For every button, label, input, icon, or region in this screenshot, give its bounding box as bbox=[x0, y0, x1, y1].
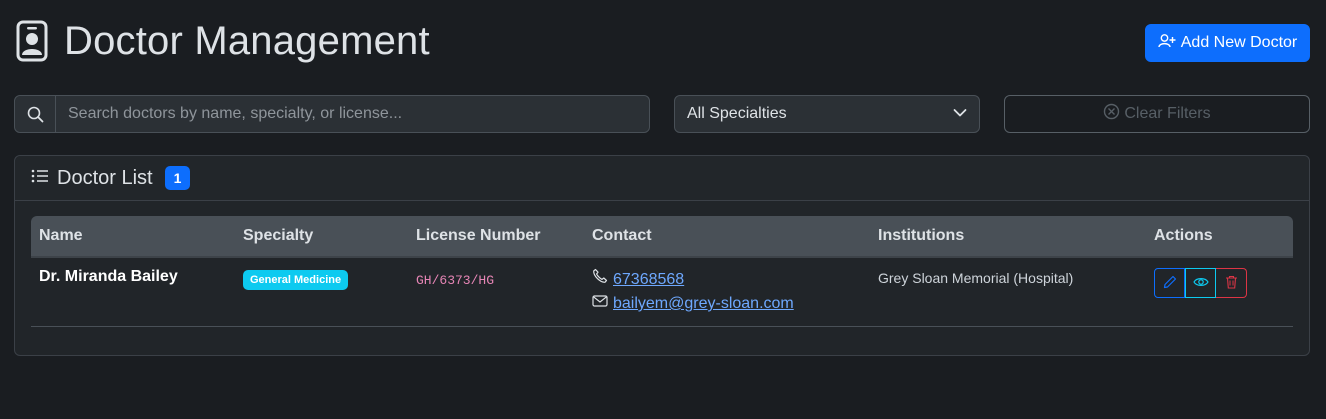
cell-specialty: General Medicine bbox=[235, 257, 408, 327]
email-link[interactable]: bailyem@grey-sloan.com bbox=[613, 292, 794, 316]
add-doctor-button[interactable]: Add New Doctor bbox=[1145, 24, 1310, 62]
email-line: bailyem@grey-sloan.com bbox=[592, 292, 862, 316]
person-badge-icon bbox=[16, 19, 50, 63]
table-header-row: Name Specialty License Number Contact In… bbox=[31, 216, 1293, 258]
page-header: Doctor Management Add New Doctor bbox=[16, 16, 1310, 66]
x-circle-icon bbox=[1103, 103, 1120, 125]
column-header-actions: Actions bbox=[1146, 216, 1293, 258]
phone-line: 67368568 bbox=[592, 268, 862, 292]
table-wrap: Name Specialty License Number Contact In… bbox=[31, 216, 1293, 327]
chevron-down-icon bbox=[953, 105, 967, 123]
doctor-table: Name Specialty License Number Contact In… bbox=[31, 216, 1293, 327]
search-icon bbox=[15, 96, 56, 132]
person-plus-icon bbox=[1158, 33, 1176, 54]
eye-icon bbox=[1192, 275, 1209, 291]
clear-filters-label: Clear Filters bbox=[1124, 105, 1211, 122]
clear-filters-button[interactable]: Clear Filters bbox=[1004, 95, 1310, 133]
specialty-select-value: All Specialties bbox=[687, 105, 787, 122]
cell-actions bbox=[1146, 257, 1293, 327]
column-header-contact: Contact bbox=[584, 216, 870, 258]
view-button[interactable] bbox=[1185, 268, 1216, 298]
card-header: Doctor List 1 bbox=[15, 156, 1309, 201]
cell-license: GH/6373/HG bbox=[408, 257, 584, 327]
actions-group bbox=[1154, 268, 1247, 298]
column-header-specialty: Specialty bbox=[235, 216, 408, 258]
specialty-badge: General Medicine bbox=[243, 270, 349, 290]
edit-button[interactable] bbox=[1154, 268, 1185, 298]
specialty-select[interactable]: All Specialties bbox=[674, 95, 980, 133]
count-badge: 1 bbox=[164, 166, 191, 190]
column-header-name: Name bbox=[31, 216, 235, 258]
pencil-icon bbox=[1163, 275, 1177, 292]
column-header-institutions: Institutions bbox=[870, 216, 1146, 258]
phone-link[interactable]: 67368568 bbox=[613, 268, 684, 292]
delete-button[interactable] bbox=[1216, 268, 1247, 298]
add-doctor-label: Add New Doctor bbox=[1180, 34, 1298, 51]
search-group bbox=[14, 95, 650, 133]
table-row: Dr. Miranda Bailey General Medicine GH/6… bbox=[31, 257, 1293, 327]
title-wrap: Doctor Management bbox=[16, 16, 430, 66]
page-title: Doctor Management bbox=[64, 19, 430, 63]
column-header-license: License Number bbox=[408, 216, 584, 258]
cell-contact: 67368568 bailyem@grey-sloan.com bbox=[584, 257, 870, 327]
license-number: GH/6373/HG bbox=[416, 273, 495, 288]
telephone-icon bbox=[592, 268, 608, 292]
list-icon bbox=[31, 168, 49, 189]
cell-name: Dr. Miranda Bailey bbox=[31, 257, 235, 327]
search-input[interactable] bbox=[56, 96, 649, 132]
institution-text: Grey Sloan Memorial (Hospital) bbox=[878, 270, 1074, 286]
trash-icon bbox=[1225, 275, 1238, 292]
doctor-name: Dr. Miranda Bailey bbox=[39, 268, 178, 285]
envelope-icon bbox=[592, 292, 608, 316]
doctor-list-card: Doctor List 1 Name Specialty License Num… bbox=[14, 155, 1310, 356]
card-title: Doctor List bbox=[57, 166, 153, 189]
cell-institutions: Grey Sloan Memorial (Hospital) bbox=[870, 257, 1146, 327]
